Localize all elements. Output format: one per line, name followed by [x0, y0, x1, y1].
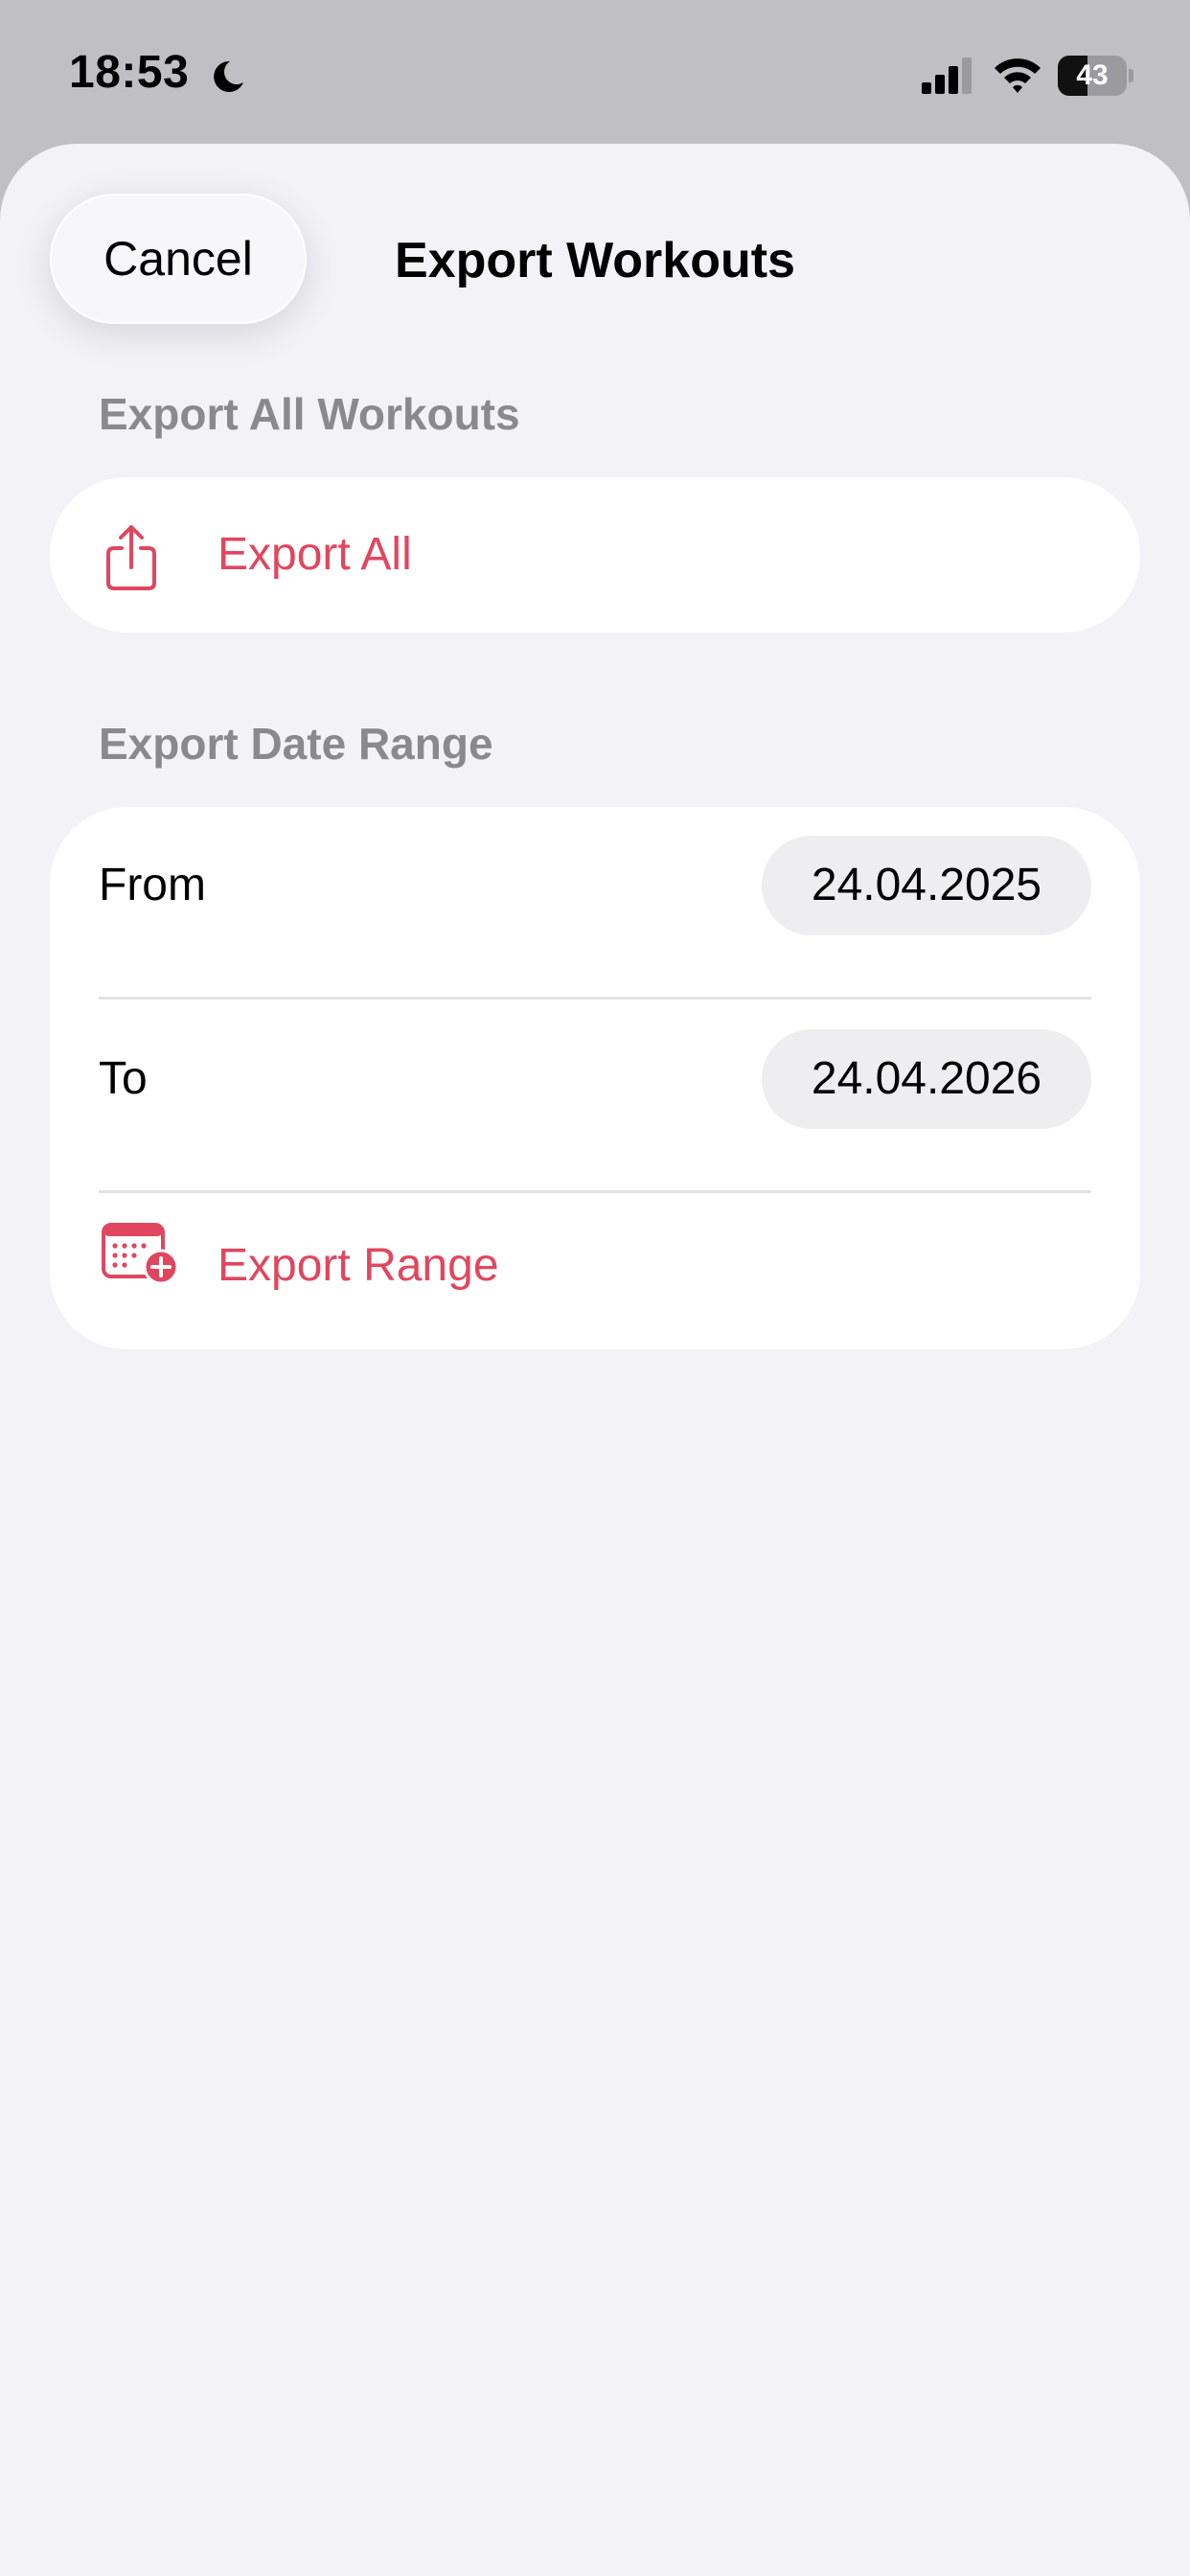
row-divider [99, 997, 1091, 1000]
battery-body: 43 [1058, 56, 1127, 96]
export-all-button-label: Export All [217, 529, 412, 580]
export-sheet: Cancel Export Workouts Export All Workou… [0, 144, 1190, 2576]
section-header-export-range: Export Date Range [99, 719, 493, 769]
status-time: 18:53 [69, 47, 190, 98]
moon-icon [214, 60, 243, 92]
battery-indicator: 43 [1058, 56, 1133, 96]
sheet-title-text: Export Workouts [395, 233, 795, 288]
from-date-picker[interactable]: 24.04.2025 [762, 836, 1091, 935]
status-bar: 18:53 43 [0, 0, 1190, 144]
cellular-signal-icon [922, 58, 972, 94]
battery-tip [1129, 69, 1133, 82]
export-all-row[interactable]: Export All [50, 477, 1140, 632]
battery-level: 43 [1076, 59, 1109, 91]
section-header-export-all: Export All Workouts [99, 389, 520, 439]
sheet-title: Export Workouts [0, 230, 1190, 291]
export-all-card: Export All [50, 477, 1140, 632]
calendar-add-icon [102, 1223, 178, 1284]
export-range-row[interactable]: Export Range [50, 1194, 1140, 1349]
from-label: From [99, 860, 206, 910]
to-label: To [99, 1053, 148, 1104]
to-date-picker[interactable]: 24.04.2026 [762, 1029, 1091, 1129]
export-range-card: From 24.04.2025 To 24.04.2026 Export Ran… [50, 807, 1140, 1349]
export-range-button-label: Export Range [217, 1240, 499, 1291]
wifi-icon [995, 58, 1041, 93]
row-divider [99, 1190, 1091, 1193]
share-icon [106, 525, 156, 590]
